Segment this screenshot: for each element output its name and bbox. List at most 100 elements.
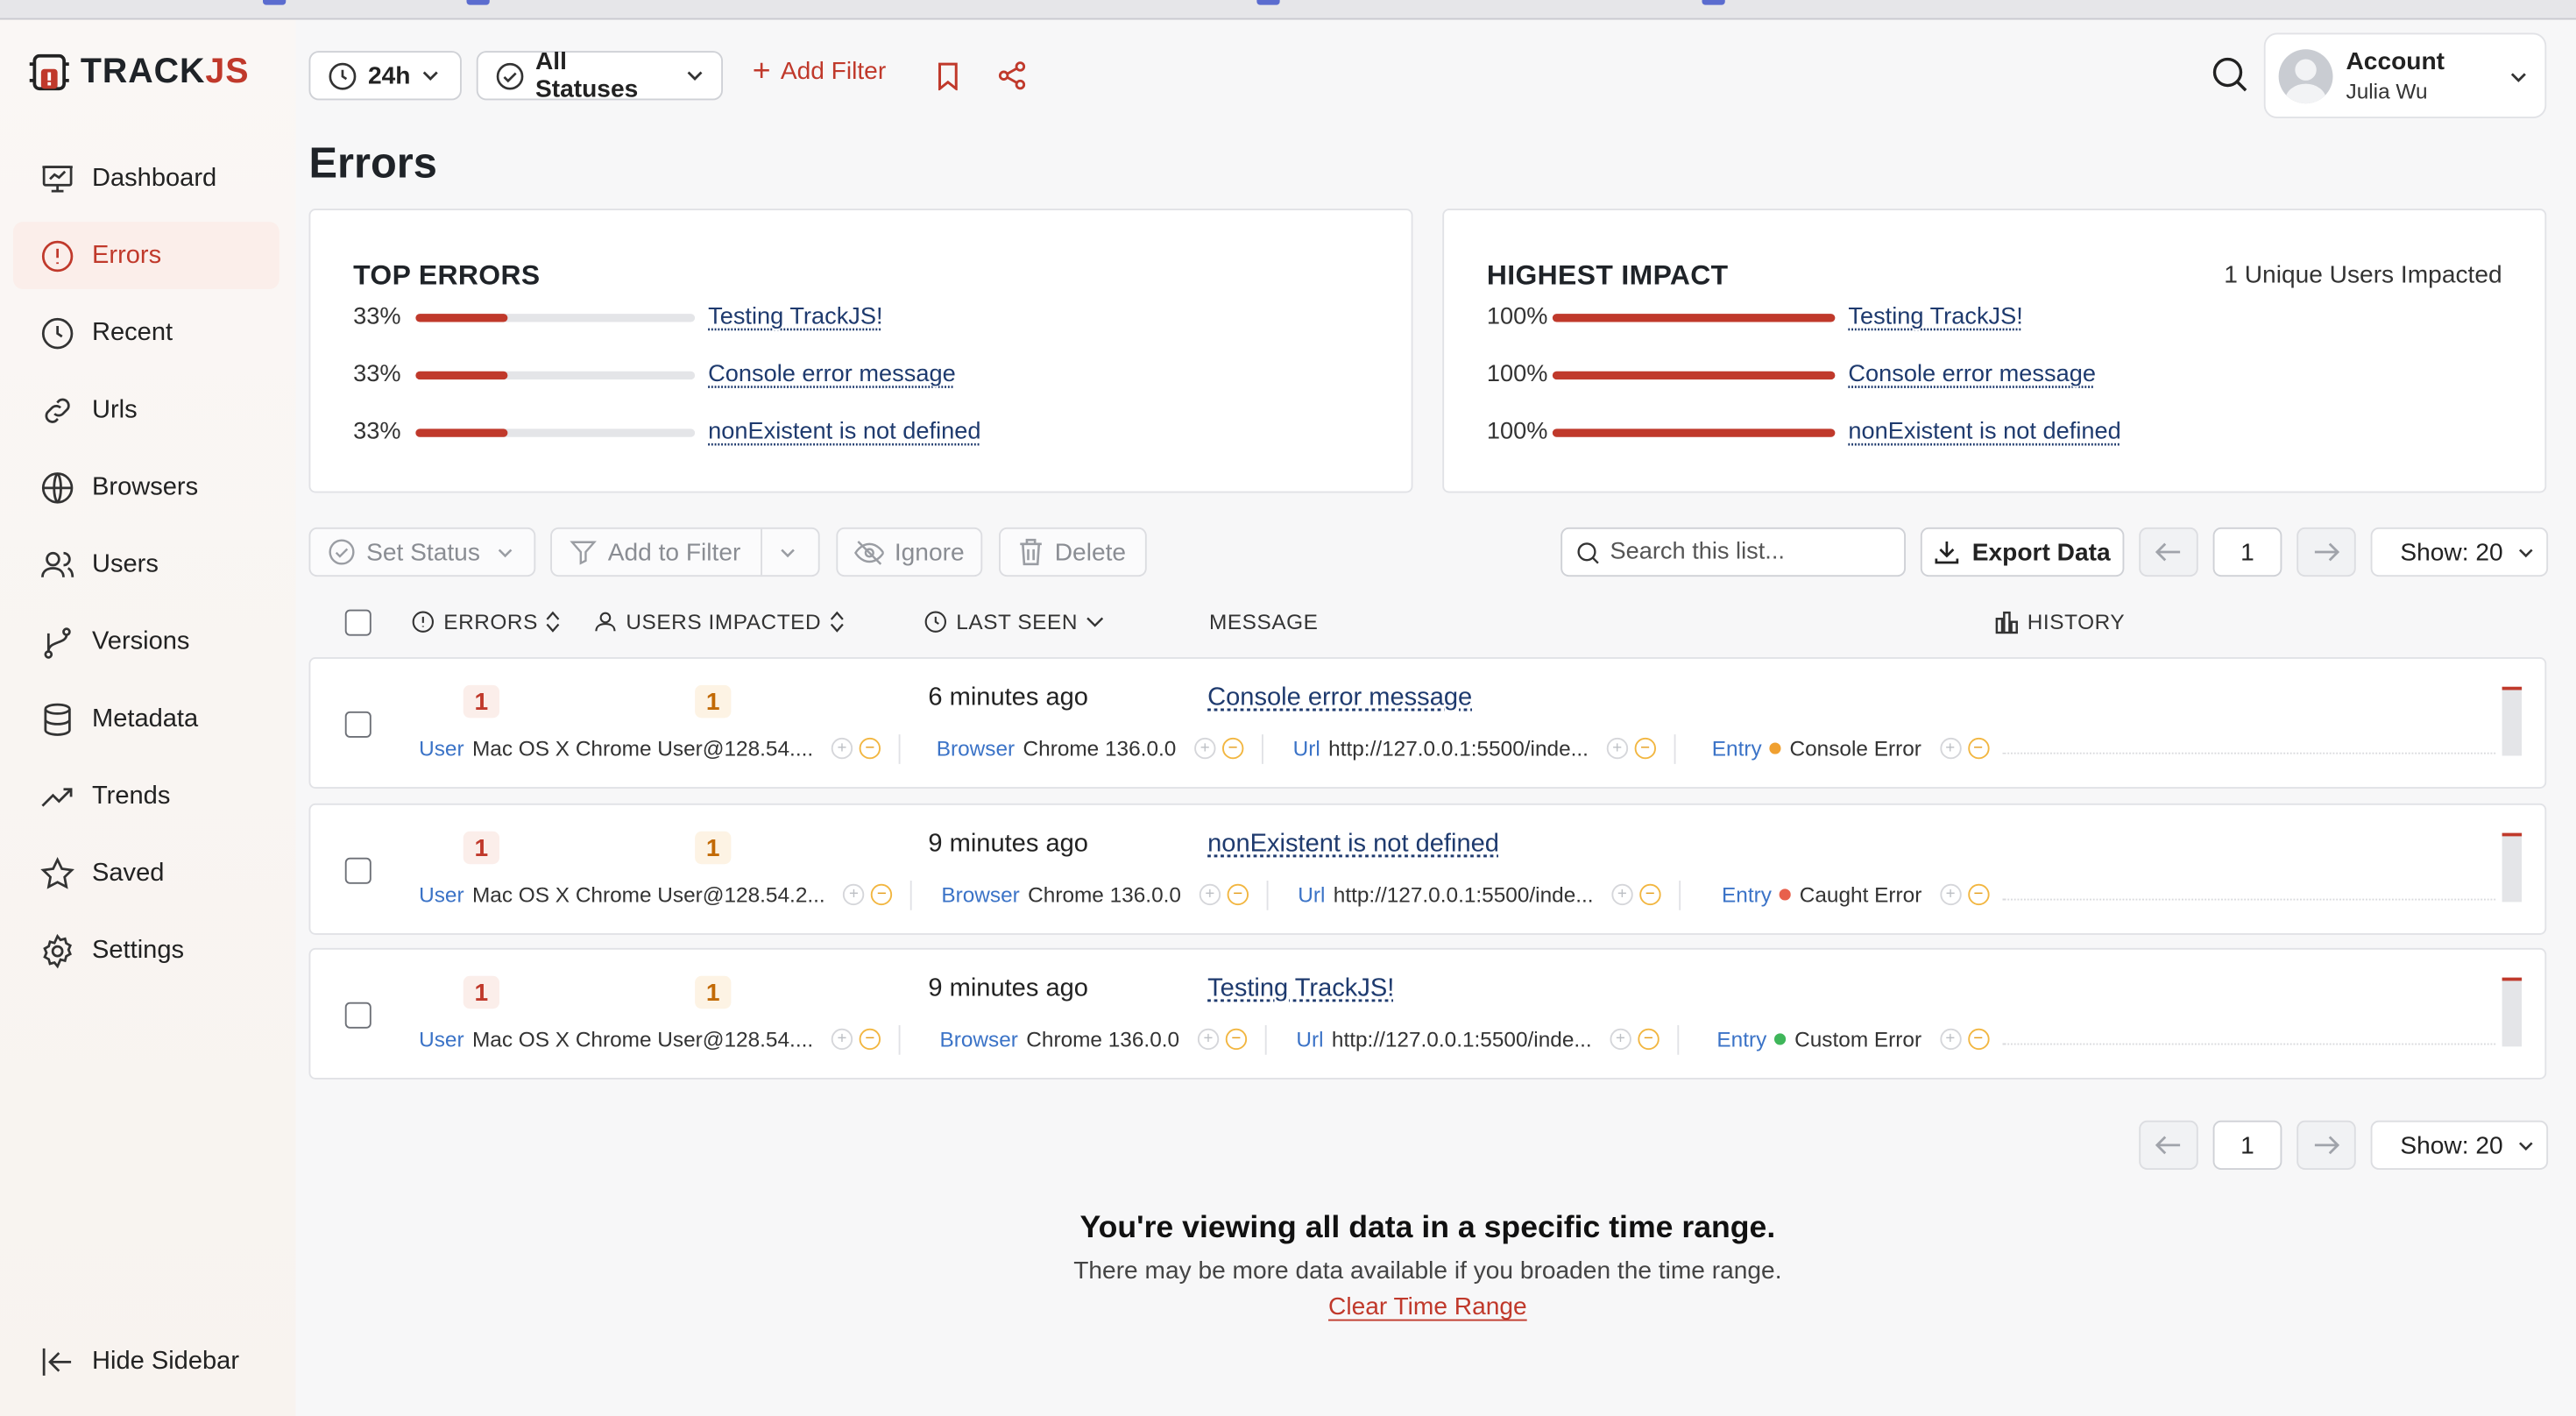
meta-browser[interactable]: Browser Chrome 136.0.0 + −: [941, 881, 1269, 910]
exclude-filter-icon[interactable]: −: [859, 737, 881, 760]
meta-url[interactable]: Url http://127.0.0.1:5500/inde... + −: [1296, 1025, 1680, 1055]
top-error-link[interactable]: Testing TrackJS!: [708, 304, 882, 330]
error-message-link[interactable]: nonExistent is not defined: [1207, 830, 1499, 860]
exclude-filter-icon[interactable]: −: [1967, 1028, 1989, 1051]
page-number-input[interactable]: 1: [2212, 527, 2282, 577]
meta-browser[interactable]: Browser Chrome 136.0.0 + −: [940, 1025, 1267, 1055]
logo-text: TRACK: [80, 53, 206, 91]
table-row[interactable]: 1 1 9 minutes ago nonExistent is not def…: [308, 803, 2547, 935]
export-data-label: Export Data: [1971, 538, 2111, 566]
prev-page-button[interactable]: [2139, 1120, 2198, 1170]
meta-key: Browser: [941, 881, 1020, 907]
meta-entry[interactable]: Entry Custom Error + −: [1716, 1027, 1989, 1051]
impact-row: 100% nonExistent is not defined: [1487, 415, 2121, 449]
exclude-filter-icon[interactable]: −: [1221, 737, 1244, 760]
include-filter-icon[interactable]: +: [1193, 737, 1216, 760]
page-number-input[interactable]: 1: [2212, 1120, 2282, 1170]
time-range-select[interactable]: 24h: [308, 51, 462, 101]
top-error-link[interactable]: Console error message: [708, 362, 956, 388]
exclude-filter-icon[interactable]: −: [1227, 883, 1249, 906]
sidebar-item-label: Dashboard: [92, 163, 217, 192]
column-header-errors[interactable]: ERRORS: [411, 610, 561, 634]
exclude-filter-icon[interactable]: −: [871, 883, 893, 906]
next-page-button[interactable]: [2296, 1120, 2356, 1170]
last-seen: 9 minutes ago: [928, 974, 1088, 1002]
meta-url[interactable]: Url http://127.0.0.1:5500/inde... + −: [1293, 734, 1676, 764]
table-row[interactable]: 1 1 9 minutes ago Testing TrackJS! User M…: [308, 947, 2547, 1080]
meta-user[interactable]: User Mac OS X Chrome User@128.54.... + −: [419, 1025, 901, 1055]
row-checkbox[interactable]: [344, 1002, 372, 1029]
error-message-link[interactable]: Console error message: [1207, 683, 1472, 713]
meta-entry[interactable]: Entry Caught Error + −: [1722, 882, 1990, 907]
sidebar-item-saved[interactable]: Saved: [13, 839, 280, 907]
page-size-select[interactable]: Show: 20: [2370, 1120, 2549, 1170]
add-to-filter-button[interactable]: Add to Filter: [550, 527, 820, 577]
avatar: [2278, 48, 2333, 103]
exclude-filter-icon[interactable]: −: [1639, 883, 1661, 906]
include-filter-icon[interactable]: +: [1939, 1028, 1962, 1051]
include-filter-icon[interactable]: +: [1606, 737, 1628, 760]
impact-link[interactable]: Testing TrackJS!: [1848, 304, 2022, 330]
impact-link[interactable]: Console error message: [1848, 362, 2096, 388]
exclude-filter-icon[interactable]: −: [1638, 1028, 1660, 1051]
exclude-filter-icon[interactable]: −: [1967, 883, 1990, 906]
meta-user[interactable]: User Mac OS X Chrome User@128.54.... + −: [419, 734, 901, 764]
sidebar-item-metadata[interactable]: Metadata: [13, 685, 280, 753]
error-message-link[interactable]: Testing TrackJS!: [1207, 974, 1394, 1004]
prev-page-button[interactable]: [2139, 527, 2198, 577]
meta-entry[interactable]: Entry Console Error + −: [1712, 736, 1989, 761]
status-filter-select[interactable]: All Statuses: [476, 47, 723, 103]
bookmark-button[interactable]: [933, 60, 963, 93]
exclude-filter-icon[interactable]: −: [859, 1028, 881, 1051]
include-filter-icon[interactable]: +: [1939, 883, 1962, 906]
search-list-field[interactable]: [1560, 527, 1906, 577]
meta-url[interactable]: Url http://127.0.0.1:5500/inde... + −: [1298, 881, 1681, 910]
page-size-select[interactable]: Show: 20: [2370, 527, 2549, 577]
sidebar-item-dashboard[interactable]: Dashboard: [13, 145, 280, 212]
include-filter-icon[interactable]: +: [843, 883, 865, 906]
exclude-filter-icon[interactable]: −: [1967, 737, 1989, 760]
sidebar-item-users[interactable]: Users: [13, 531, 280, 598]
column-header-last-seen[interactable]: LAST SEEN: [924, 610, 1104, 634]
exclude-filter-icon[interactable]: −: [1225, 1028, 1247, 1051]
set-status-button[interactable]: Set Status: [308, 527, 536, 577]
sidebar-item-settings[interactable]: Settings: [13, 917, 280, 984]
search-button[interactable]: [2206, 51, 2253, 97]
include-filter-icon[interactable]: +: [1199, 883, 1221, 906]
sidebar-item-urls[interactable]: Urls: [13, 376, 280, 443]
sidebar-item-errors[interactable]: Errors: [13, 222, 280, 289]
include-filter-icon[interactable]: +: [1939, 737, 1961, 760]
meta-user[interactable]: User Mac OS X Chrome User@128.54.2... + −: [419, 881, 913, 910]
include-filter-icon[interactable]: +: [1611, 883, 1633, 906]
account-menu[interactable]: Account Julia Wu: [2263, 32, 2547, 118]
ignore-button[interactable]: Ignore: [836, 527, 983, 577]
sidebar-item-trends[interactable]: Trends: [13, 762, 280, 830]
sidebar-item-browsers[interactable]: Browsers: [13, 454, 280, 521]
hide-sidebar-button[interactable]: Hide Sidebar: [39, 1344, 239, 1380]
export-data-button[interactable]: Export Data: [1920, 527, 2125, 577]
add-filter-button[interactable]: + Add Filter: [753, 56, 886, 88]
search-list-input[interactable]: [1610, 539, 1890, 565]
time-range-notice-title: You're viewing all data in a specific ti…: [1079, 1210, 1776, 1246]
clear-time-range-link[interactable]: Clear Time Range: [1328, 1293, 1527, 1321]
row-checkbox[interactable]: [344, 711, 372, 738]
meta-value: Mac OS X Chrome User@128.54....: [471, 1026, 814, 1051]
include-filter-icon[interactable]: +: [1610, 1028, 1631, 1051]
top-error-link[interactable]: nonExistent is not defined: [708, 419, 980, 445]
include-filter-icon[interactable]: +: [831, 1028, 853, 1051]
share-button[interactable]: [995, 60, 1029, 93]
next-page-button[interactable]: [2296, 527, 2356, 577]
table-row[interactable]: 1 1 6 minutes ago Console error message …: [308, 657, 2547, 789]
trackjs-logo[interactable]: TRACKJS: [26, 49, 249, 96]
meta-browser[interactable]: Browser Chrome 136.0.0 + −: [937, 734, 1263, 764]
exclude-filter-icon[interactable]: −: [1634, 737, 1656, 760]
include-filter-icon[interactable]: +: [1197, 1028, 1220, 1051]
include-filter-icon[interactable]: +: [831, 737, 853, 760]
select-all-checkbox[interactable]: [344, 609, 372, 636]
row-checkbox[interactable]: [344, 857, 372, 884]
column-header-users-impacted[interactable]: USERS IMPACTED: [593, 610, 845, 634]
sidebar-item-versions[interactable]: Versions: [13, 608, 280, 676]
sidebar-item-recent[interactable]: Recent: [13, 299, 280, 366]
delete-button[interactable]: Delete: [999, 527, 1147, 577]
impact-link[interactable]: nonExistent is not defined: [1848, 419, 2120, 445]
